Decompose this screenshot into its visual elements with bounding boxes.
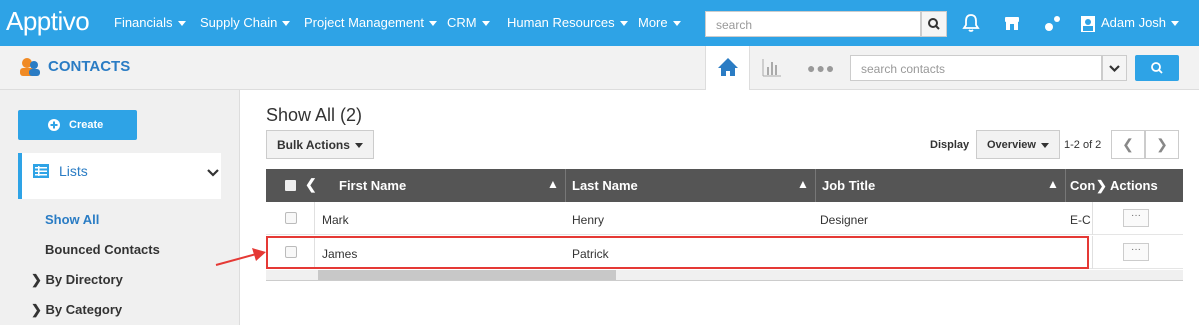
select-all-checkbox[interactable] [285,180,296,191]
user-name: Adam Josh [1101,15,1167,30]
column-divider [1065,169,1066,202]
cell-divider [314,202,315,235]
list-icon [33,164,49,178]
apptivo-logo[interactable]: Apptivo [6,6,90,37]
lists-section-toggle[interactable]: Lists [18,153,221,199]
store-icon[interactable] [1003,13,1021,38]
bar-chart-icon[interactable] [762,59,782,82]
home-tab[interactable] [705,46,750,90]
search-icon [928,18,940,30]
create-button[interactable]: Create [18,110,137,140]
chevron-down-icon [1109,65,1120,73]
app-title: CONTACTS [48,58,131,75]
sort-icon[interactable]: ▲︎ [547,177,559,191]
cell-last-name: Henry [572,213,605,227]
nav-supply-chain[interactable]: Supply Chain [200,15,291,30]
row-actions-button[interactable]: ··· [1123,209,1149,227]
cell-divider [1092,202,1093,235]
annotation-arrow-icon [215,248,266,266]
cell-first-name[interactable]: Mark [322,213,349,227]
nav-financials[interactable]: Financials [114,15,186,30]
more-options-icon[interactable]: ●●● [807,60,835,76]
top-navigation-bar: Apptivo Financials Supply Chain Project … [0,0,1199,46]
column-divider [565,169,566,202]
sort-icon[interactable]: ▲︎ [797,177,809,191]
nav-project-management[interactable]: Project Management [304,15,437,30]
table-header: ❮ First Name ▲︎ Last Name ▲︎ Job Title ▲… [266,169,1183,202]
list-show-all[interactable]: Show All [45,212,99,227]
chevron-right-icon: ❯ [1156,136,1168,152]
record-count: 1-2 of 2 [1064,139,1102,151]
column-job-title[interactable]: Job Title [822,178,875,193]
cell-job-title: Designer [820,213,869,227]
contacts-search-button[interactable] [1135,55,1179,81]
global-search-input[interactable]: search [705,11,921,37]
column-first-name[interactable]: First Name [339,178,406,193]
chevron-left-icon: ❮ [1122,136,1134,152]
display-mode-select[interactable]: Overview [976,130,1060,159]
contacts-icon [18,56,42,83]
chevron-down-icon [207,169,219,177]
column-company[interactable]: Con [1070,178,1095,193]
horizontal-scrollbar-thumb[interactable] [318,270,616,280]
contacts-search-input[interactable]: search contacts [850,55,1102,81]
chevron-right-icon: ❯ [1096,178,1107,193]
table-row[interactable]: Mark Henry Designer E-C ··· [266,202,1183,235]
column-last-name[interactable]: Last Name [572,178,638,193]
prev-page-button[interactable]: ❮ [1111,130,1145,159]
list-by-directory[interactable]: ❯ By Directory [31,272,123,288]
by-category-label: By Category [45,302,123,317]
nav-crm[interactable]: CRM [447,15,490,30]
create-label: Create [69,119,104,131]
chevron-right-icon: ❯ [31,302,42,317]
nav-more[interactable]: More [638,15,681,30]
list-bounced-contacts[interactable]: Bounced Contacts [45,242,160,257]
list-by-category[interactable]: ❯ By Category [31,302,122,318]
bell-icon[interactable] [962,13,980,38]
row-actions-button[interactable]: ··· [1123,243,1149,261]
cell-divider [1092,236,1093,269]
settings-icon[interactable] [1043,13,1063,38]
collapse-columns-icon[interactable]: ❮ [305,176,317,193]
display-label: Display [930,139,970,151]
display-mode-value: Overview [987,139,1036,151]
plus-circle-icon [48,119,60,131]
column-divider [815,169,816,202]
row-checkbox[interactable] [285,212,297,224]
cell-company: E-C [1070,213,1091,227]
actions-header-label: Actions [1110,178,1158,193]
search-icon [1151,62,1163,74]
search-filter-dropdown[interactable] [1102,55,1127,81]
lists-label: Lists [59,163,88,179]
bulk-actions-button[interactable]: Bulk Actions [266,130,374,159]
next-page-button[interactable]: ❯ [1145,130,1179,159]
nav-human-resources[interactable]: Human Resources [507,15,628,30]
highlight-box [266,236,1089,269]
column-actions: ❯ Actions [1096,178,1158,194]
sort-icon[interactable]: ▲︎ [1047,177,1059,191]
user-menu[interactable]: Adam Josh [1081,15,1180,32]
page-title: Show All (2) [266,105,363,125]
by-directory-label: By Directory [45,272,123,287]
chevron-right-icon: ❯ [31,272,42,287]
user-avatar-icon [1081,15,1095,32]
global-search-button[interactable] [921,11,947,37]
home-icon [718,58,738,76]
bulk-actions-label: Bulk Actions [277,138,350,152]
